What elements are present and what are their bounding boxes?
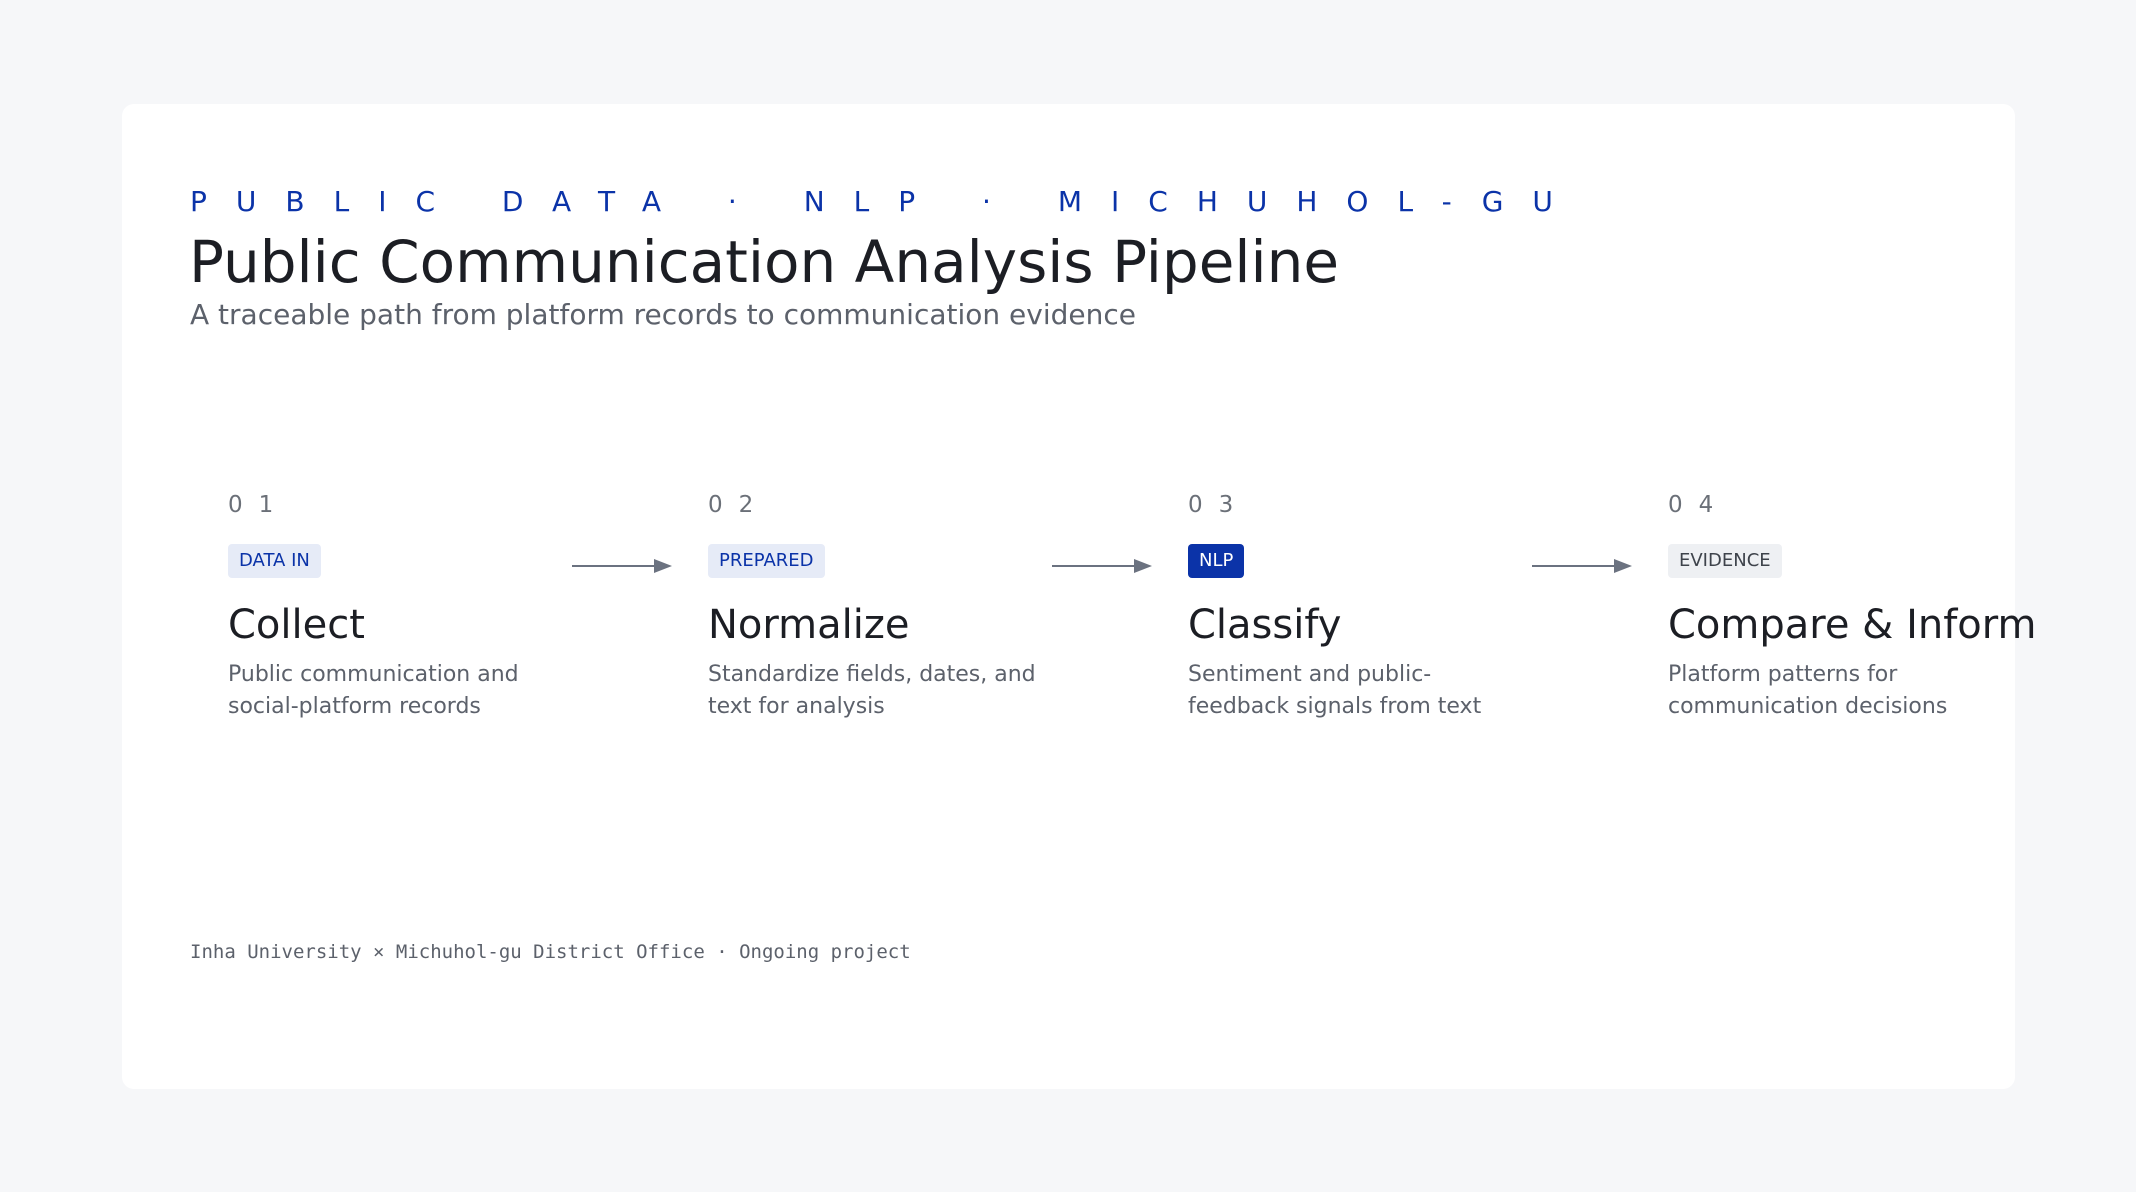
- step-description: Platform patterns for communication deci…: [1668, 662, 1948, 719]
- arrow-right-icon: [1052, 559, 1152, 573]
- step-title: Classify: [1188, 602, 1342, 648]
- step-tag-evidence: EVIDENCE: [1668, 544, 1782, 578]
- step-title: Compare & Inform: [1668, 602, 2037, 648]
- step-number: 04: [1668, 492, 1730, 518]
- page-subtitle: A traceable path from platform records t…: [190, 298, 1136, 331]
- page-title: Public Communication Analysis Pipeline: [189, 228, 1340, 296]
- eyebrow-label: PUBLIC DATA · NLP · MICHUHOL-GU: [190, 185, 1582, 218]
- step-number: 02: [708, 492, 770, 518]
- footer-credit: Inha University × Michuhol-gu District O…: [190, 941, 911, 963]
- step-title: Normalize: [708, 602, 910, 648]
- step-title: Collect: [228, 602, 365, 648]
- step-description: Standardize fields, dates, and text for …: [708, 662, 1036, 719]
- arrow-right-icon: [1532, 559, 1632, 573]
- pipeline-card: PUBLIC DATA · NLP · MICHUHOL-GU Public C…: [122, 104, 2036, 1089]
- step-number: 03: [1188, 492, 1250, 518]
- arrow-right-icon: [572, 559, 672, 573]
- step-tag-nlp: NLP: [1188, 544, 1245, 578]
- step-description: Public communication and social-platform…: [228, 662, 519, 719]
- step-tag-prepared: PREPARED: [708, 544, 825, 578]
- step-tag-data-in: DATA IN: [228, 544, 321, 578]
- step-description: Sentiment and public-feedback signals fr…: [1188, 662, 1482, 719]
- step-number: 01: [228, 492, 290, 518]
